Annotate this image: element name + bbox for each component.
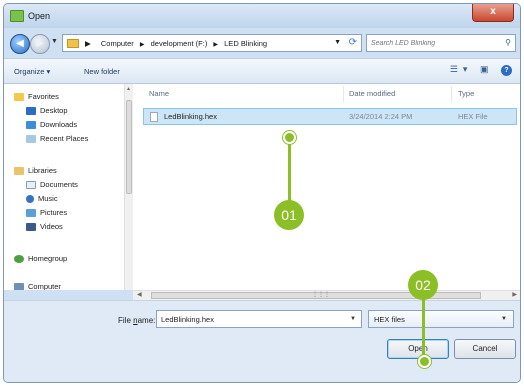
breadcrumb-arrow-icon[interactable]: ▶ [213,42,218,48]
nav-computer[interactable]: Computer [14,282,61,290]
dialog-footer: File name: ▼ HEX files ▼ Open Cancel [4,300,520,382]
preview-pane-icon[interactable]: ▣ [480,64,494,74]
scroll-left-arrow-icon[interactable]: ◀ [137,291,142,298]
nav-documents[interactable]: Documents [26,180,78,190]
file-icon [150,112,158,122]
computer-icon [14,283,24,290]
recent-pages-chevron-icon[interactable]: ▼ [51,38,58,45]
nav-recent-places[interactable]: Recent Places [26,134,88,144]
file-name-input[interactable] [156,310,362,328]
file-list: Name Date modified Type LedBlinking.hex … [133,84,520,290]
address-bar[interactable]: ▶ Computer ▶ development (F:) ▶ LED Blin… [62,34,362,52]
new-folder-button[interactable]: New folder [84,67,120,76]
callout-line-2 [422,298,425,360]
library-icon [14,167,24,176]
nav-downloads[interactable]: Downloads [26,120,77,130]
view-controls: ☰▾ ▣ ? [450,64,512,76]
file-name-dropdown-icon[interactable]: ▼ [350,316,356,322]
scroll-up-arrow-icon[interactable]: ▲ [126,86,131,92]
callout-badge-1: 01 [274,200,304,230]
breadcrumb-arrow-icon[interactable]: ▶ [85,39,91,48]
nav-desktop[interactable]: Desktop [26,106,68,116]
desktop-icon [26,107,36,116]
scroll-right-arrow-icon[interactable]: ▶ [512,291,517,298]
callout-dot-2 [418,355,431,368]
breadcrumb-computer[interactable]: Computer [101,39,134,48]
column-header-date[interactable]: Date modified [349,89,395,98]
pictures-icon [26,209,36,218]
search-icon[interactable]: ⚲ [505,38,511,47]
column-divider[interactable] [451,86,452,102]
navigation-pane: Favorites Desktop Downloads Recent Place… [4,84,125,290]
window-title: Open [28,11,51,21]
callout-dot-1 [283,131,296,144]
nav-videos[interactable]: Videos [26,222,63,232]
videos-icon [26,223,36,232]
cancel-button[interactable]: Cancel [454,339,516,359]
nav-scroll-thumb[interactable] [126,100,132,194]
open-dialog: Open x ◀ ▶ ▼ ▶ Computer ▶ development (F… [3,3,521,383]
grip-icon: ⋮⋮⋮ [312,292,330,298]
search-box[interactable]: ⚲ [366,34,516,52]
app-icon [10,10,24,22]
command-bar: Organize ▾ New folder ☰▾ ▣ ? [4,58,520,84]
file-name-label: File name: [118,316,156,325]
folder-icon [67,39,79,48]
breadcrumb-led-blinking[interactable]: LED Blinking [224,39,267,48]
nav-libraries[interactable]: Libraries [14,166,57,176]
breadcrumb-development[interactable]: development (F:) [151,39,208,48]
breadcrumb: ▶ Computer ▶ development (F:) ▶ LED Blin… [85,39,267,48]
address-row: ◀ ▶ ▼ ▶ Computer ▶ development (F:) ▶ LE… [4,30,520,56]
nav-scrollbar[interactable]: ▲ [124,84,133,290]
address-dropdown-icon[interactable]: ▼ [334,39,341,46]
open-button[interactable]: Open [387,339,449,359]
chevron-down-icon: ▼ [501,316,507,322]
organize-button[interactable]: Organize ▾ [14,67,50,76]
breadcrumb-arrow-icon[interactable]: ▶ [140,42,145,48]
column-header-name[interactable]: Name [149,89,169,98]
horizontal-scrollbar[interactable]: ◀ ⋮⋮⋮ ▶ [133,290,520,300]
music-icon [26,195,34,204]
search-input[interactable] [371,37,496,49]
column-header-type[interactable]: Type [458,89,474,98]
callout-badge-2: 02 [408,270,438,300]
nav-music[interactable]: Music [26,194,58,204]
back-button[interactable]: ◀ [10,34,30,54]
forward-button[interactable]: ▶ [30,34,50,54]
nav-homegroup[interactable]: Homegroup [14,254,67,264]
refresh-icon[interactable]: ⟳ [349,37,357,48]
recent-places-icon [26,135,36,144]
view-options-icon[interactable]: ☰▾ [450,64,473,74]
file-row[interactable]: LedBlinking.hex 3/24/2014 2:24 PM HEX Fi… [143,108,517,125]
file-type-select[interactable]: HEX files ▼ [368,310,514,328]
file-type: HEX File [458,112,488,121]
document-icon [26,181,36,190]
nav-favorites[interactable]: Favorites [14,92,59,102]
file-name: LedBlinking.hex [164,112,217,121]
close-button[interactable]: x [472,4,514,22]
homegroup-icon [14,255,24,264]
nav-pictures[interactable]: Pictures [26,208,67,218]
help-icon[interactable]: ? [501,65,512,76]
star-icon [14,93,24,102]
file-date: 3/24/2014 2:24 PM [349,112,413,121]
title-bar: Open x [4,4,520,28]
column-divider[interactable] [343,86,344,102]
download-icon [26,121,36,130]
callout-line-1 [288,136,291,202]
